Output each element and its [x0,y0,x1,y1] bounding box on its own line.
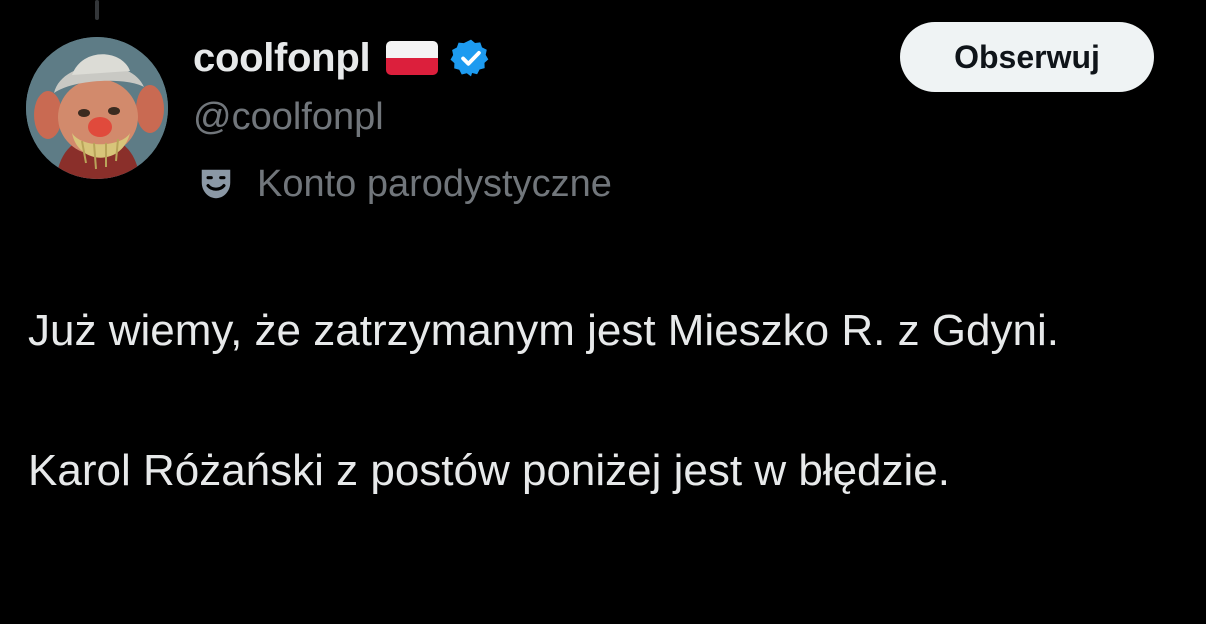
tweet-paragraph: Karol Różański z postów poniżej jest w b… [28,446,951,495]
parody-label: Konto parodystyczne [193,152,873,216]
avatar[interactable] [26,37,168,179]
author-handle[interactable]: @coolfonpl [193,88,873,146]
tweet-text: Już wiemy, że zatrzymanym jest Mieszko R… [28,296,1178,506]
tweet-paragraph: Już wiemy, że zatrzymanym jest Mieszko R… [28,306,1059,355]
parody-label-text: Konto parodystyczne [257,162,612,205]
author-name-row: coolfonpl [193,30,873,86]
poland-flag-icon [386,41,439,75]
verified-badge-icon[interactable] [450,37,492,79]
avatar-image [26,37,168,179]
theater-mask-icon [197,165,235,203]
follow-button[interactable]: Obserwuj [900,22,1154,92]
thread-connector-line [95,0,99,20]
author-display-name[interactable]: coolfonpl [193,36,371,81]
tweet-header: coolfonpl @coolfonpl Konto parodystyczne [193,30,873,216]
